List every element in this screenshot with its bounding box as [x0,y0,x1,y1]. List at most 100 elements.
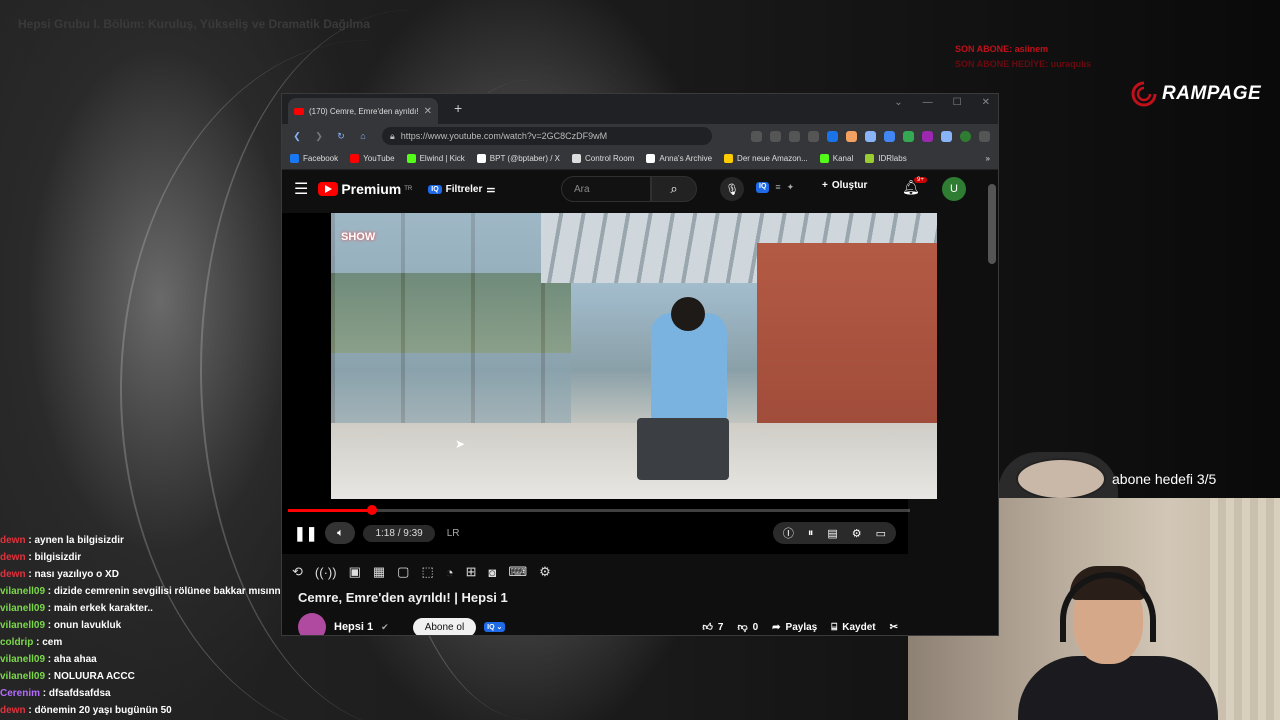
chat-username[interactable]: dewn [0,535,26,546]
bookmark-icon[interactable] [808,130,819,142]
progress-bar[interactable] [288,505,910,515]
chat-text: NOLUURA ACCC [53,671,135,682]
chat-username[interactable]: vilanell09 [0,654,45,665]
volume-button[interactable]: 🔈︎ [325,522,356,544]
bookmark-item[interactable]: Anna's Archive [646,154,712,163]
bookmark-item[interactable]: Elwind | Kick [406,154,465,163]
share-icon[interactable] [789,130,800,142]
channel-name[interactable]: Hepsi 1 [334,621,373,633]
chat-username[interactable]: vilanell09 [0,671,45,682]
extension-icon[interactable] [827,130,838,142]
tab-close-icon[interactable]: ✕ [424,106,432,117]
bookmark-item[interactable]: Kanal [819,154,853,163]
home-icon[interactable]: ⌂ [356,131,370,141]
save-button[interactable]: ⌸ Kaydet [831,622,875,633]
add-icon[interactable]: ⊞ [466,564,477,580]
flask-icon[interactable] [903,130,914,142]
browser-tab[interactable]: (170) Cemre, Emre'den ayrıldı! ✕ [288,98,438,124]
page-scrollbar[interactable] [988,184,996,264]
reload-icon[interactable]: ↻ [334,131,348,142]
iq-dropdown-icon[interactable]: IQ ⌄ [484,622,506,632]
video-title: Cemre, Emre'den ayrıldı! | Hepsi 1 [298,590,508,605]
gear-icon[interactable]: ⚙︎ [539,564,551,580]
close-icon[interactable]: ✕ [982,97,990,108]
iq-badge: IQ [428,184,442,194]
chat-username[interactable]: dewn [0,552,26,563]
settings-gear-icon[interactable]: ⚙︎ [852,527,862,540]
extension-icon[interactable] [865,130,876,142]
chevron-down-icon[interactable]: ⌄ [894,97,902,108]
channel-avatar[interactable] [298,613,326,635]
chat-username[interactable]: vilanell09 [0,620,45,631]
extension-icon[interactable] [846,130,857,142]
zoom-icon[interactable] [770,130,781,142]
miniplayer-icon[interactable]: ▭ [876,527,886,540]
list-icon[interactable]: ≡ [775,182,780,193]
progress-scrubber[interactable] [366,505,377,515]
chat-username[interactable]: coldrip [0,637,33,648]
iq-player-icon[interactable]: Ⓘ [783,525,794,541]
voice-search-button[interactable]: 🎙︎ [720,177,744,201]
chat-text: dönemin 20 yaşı bugünün 50 [34,705,172,716]
audio-wave-icon[interactable]: ((·)) [315,565,337,580]
search-button[interactable]: ⌕ [651,176,697,202]
bookmark-item[interactable]: IDRlabs [865,154,907,163]
screenshot-icon[interactable]: ▣ [349,564,361,580]
puzzle-icon[interactable] [884,130,895,142]
video-scene-person-head [671,297,705,331]
chat-username[interactable]: vilanell09 [0,603,45,614]
chat-username[interactable]: dewn [0,705,26,716]
clip-button[interactable]: ✂︎ [890,622,898,633]
create-button[interactable]: + Oluştur [822,180,867,191]
extension-icon[interactable] [922,130,933,142]
iq-extension-icon[interactable]: IQ [756,182,770,193]
bookmark-item[interactable]: Facebook [290,154,338,163]
sparkle-icon[interactable]: ✦ [787,182,795,193]
bookmark-favicon-icon [290,154,299,163]
bookmark-label: BPT (@bptaber) / X [489,154,561,163]
back-icon[interactable]: ❮ [290,131,304,142]
maximize-icon[interactable]: ☐ [953,97,962,108]
chat-username[interactable]: Cerenim [0,688,40,699]
hamburger-menu-icon[interactable]: ☰ [294,179,308,199]
more-bookmarks-icon[interactable]: » [986,154,990,163]
address-bar[interactable]: 🔒︎ https://www.youtube.com/watch?v=2GC8C… [382,127,712,145]
youtube-premium-logo[interactable]: Premium TR [318,181,412,197]
loop-icon[interactable]: ⟲ [292,564,303,580]
camera-icon[interactable]: ◙ [489,565,497,580]
bookmark-item[interactable]: Control Room [572,154,634,163]
filters-button[interactable]: IQ Filtreler ⚌ [428,184,495,195]
video-player[interactable]: SHOW ➤ ❚❚ 🔈︎ 1:18 / 9:39 LR Ⓘ ⏸︎ ▤ ⚙︎ ▭ [282,213,937,554]
bookmark-item[interactable]: BPT (@bptaber) / X [476,154,561,163]
search-input[interactable]: Ara [561,176,651,202]
like-button[interactable]: 👍︎ 7 [702,621,723,634]
new-tab-icon[interactable]: + [454,100,462,116]
bookmark-item[interactable]: YouTube [350,154,395,163]
forward-icon[interactable]: ❯ [312,131,326,142]
crop-icon[interactable]: ⬚ [421,564,433,580]
bookmark-item[interactable]: Der neue Amazon... [724,154,808,163]
bookmark-label: Elwind | Kick [419,154,465,163]
video-frame[interactable]: SHOW ➤ [331,213,937,499]
sidebar-icon[interactable] [941,130,952,142]
speed-icon[interactable]: ◔ [446,565,454,580]
pause-button[interactable]: ❚❚ [294,525,317,542]
user-avatar[interactable]: U [942,177,966,201]
autoplay-toggle-icon[interactable]: ⏸︎ [808,527,814,540]
profile-avatar[interactable] [960,130,971,142]
chat-username[interactable]: vilanell09 [0,586,45,597]
kebab-menu-icon[interactable] [979,130,990,142]
lr-extension-button[interactable]: LR [447,528,460,539]
subtitles-icon[interactable]: ▤ [827,527,837,540]
keyboard-icon[interactable]: ⌨︎ [508,564,527,580]
chat-username[interactable]: dewn [0,569,26,580]
chat-separator: : [40,688,49,699]
subscribe-button[interactable]: Abone ol [412,617,477,635]
dislike-button[interactable]: 👎︎ 0 [737,621,758,634]
stream-title: Hepsi Grubu I. Bölüm: Kuruluş, Yükseliş … [18,17,370,31]
minimize-icon[interactable]: — [923,97,933,108]
popout-icon[interactable]: ▢ [397,564,409,580]
share-button[interactable]: ➦ Paylaş [772,622,817,633]
install-icon[interactable] [751,130,762,142]
theater-icon[interactable]: ▦ [373,564,385,580]
